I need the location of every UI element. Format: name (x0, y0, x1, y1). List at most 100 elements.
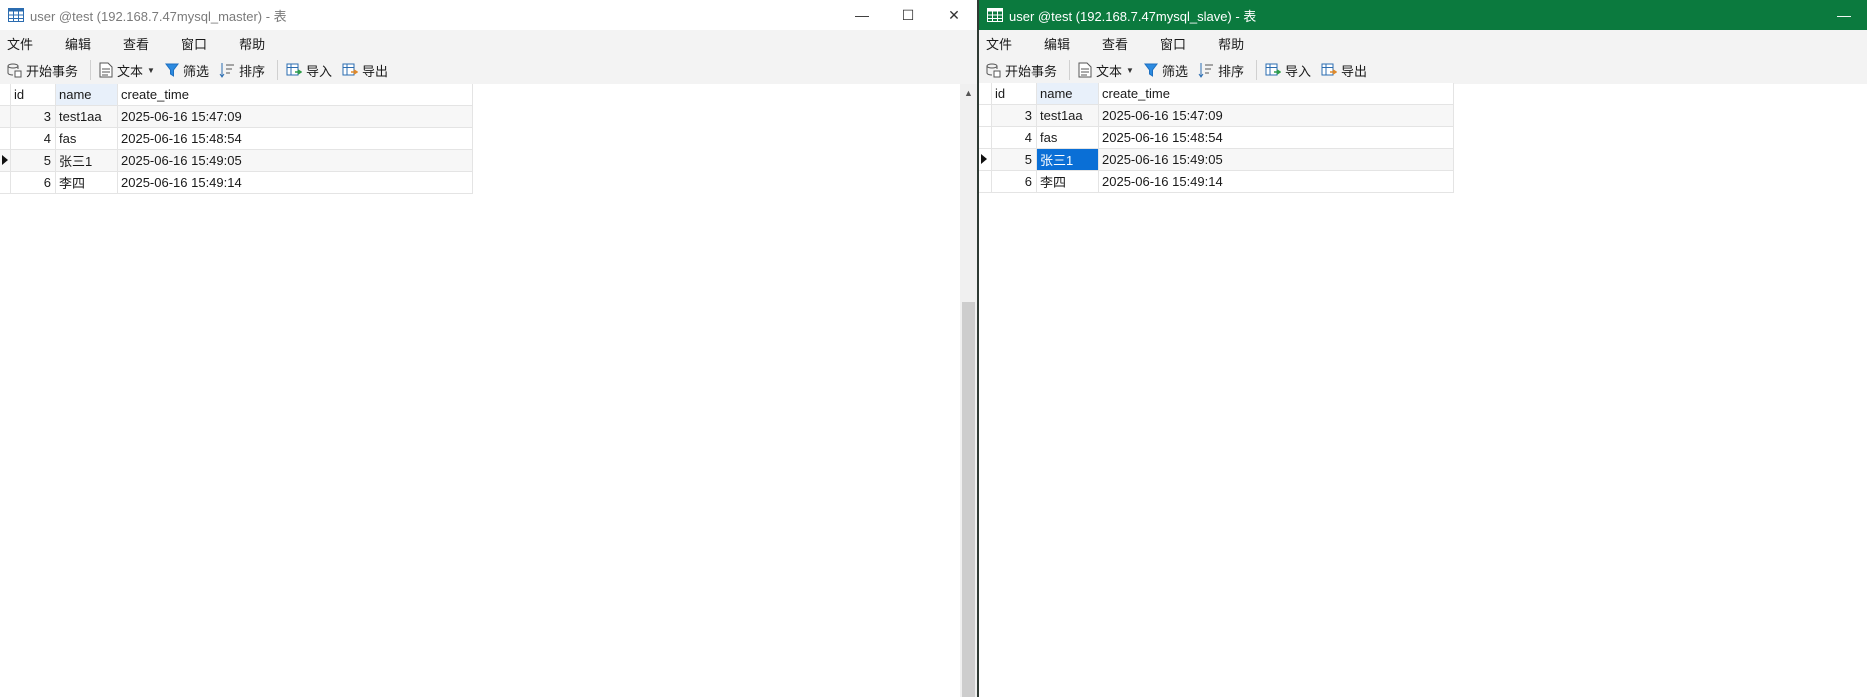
import-label: 导入 (1284, 63, 1311, 79)
sort-label: 排序 (1217, 63, 1244, 79)
menu-window[interactable]: 窗口 (1153, 34, 1193, 53)
toolbar-separator (1069, 60, 1071, 80)
menu-file[interactable]: 文件 (979, 34, 1019, 53)
table-row[interactable]: 4 fas 2025-06-16 15:48:54 (0, 127, 473, 150)
cell-id[interactable]: 3 (10, 105, 56, 128)
cell-id[interactable]: 4 (991, 126, 1037, 149)
column-header-create-time[interactable]: create_time (117, 84, 473, 106)
row-selector[interactable] (0, 127, 11, 150)
menu-view[interactable]: 查看 (116, 34, 156, 53)
close-button[interactable]: ✕ (931, 0, 977, 30)
filter-button[interactable]: 筛选 (164, 61, 209, 80)
caret-down-icon[interactable]: ▼ (147, 66, 155, 75)
cell-id[interactable]: 4 (10, 127, 56, 150)
data-grid[interactable]: id name create_time 3 test1aa 2025-06-16… (979, 83, 1454, 193)
export-button[interactable]: 导出 (342, 61, 388, 80)
transaction-icon (986, 63, 1001, 78)
table-row[interactable]: 6 李四 2025-06-16 15:49:14 (979, 170, 1454, 193)
sort-button[interactable]: 排序 (1198, 61, 1244, 80)
begin-transaction-label: 开始事务 (26, 63, 79, 79)
row-selector[interactable] (0, 149, 11, 172)
row-selector[interactable] (979, 104, 992, 127)
title-bar[interactable]: user @test (192.168.7.47mysql_master) - … (0, 0, 977, 30)
vertical-scrollbar[interactable]: ▲ (960, 84, 977, 697)
cell-create-time[interactable]: 2025-06-16 15:49:05 (1098, 148, 1454, 171)
cell-create-time[interactable]: 2025-06-16 15:47:09 (1098, 104, 1454, 127)
row-selector[interactable] (979, 170, 992, 193)
cell-id[interactable]: 5 (991, 148, 1037, 171)
import-button[interactable]: 导入 (1265, 61, 1311, 80)
table-row[interactable]: 4 fas 2025-06-16 15:48:54 (979, 126, 1454, 149)
cell-name[interactable]: fas (55, 127, 118, 150)
column-header-id[interactable]: id (10, 84, 56, 106)
row-selector[interactable] (0, 105, 11, 128)
cell-id[interactable]: 6 (10, 171, 56, 194)
table-row[interactable]: 5 张三1 2025-06-16 15:49:05 (0, 149, 473, 172)
caret-down-icon[interactable]: ▼ (1126, 66, 1134, 75)
table-row[interactable]: 3 test1aa 2025-06-16 15:47:09 (0, 105, 473, 128)
menu-edit[interactable]: 编辑 (1037, 34, 1077, 53)
text-label: 文本 (117, 63, 144, 79)
maximize-button[interactable]: ☐ (885, 0, 931, 30)
cell-create-time[interactable]: 2025-06-16 15:49:05 (117, 149, 473, 172)
row-header-corner (0, 84, 11, 106)
table-icon (8, 8, 24, 22)
cell-id[interactable]: 3 (991, 104, 1037, 127)
import-button[interactable]: 导入 (286, 61, 332, 80)
cell-id[interactable]: 5 (10, 149, 56, 172)
text-button[interactable]: 文本 ▼ (1078, 61, 1134, 80)
menu-file[interactable]: 文件 (0, 34, 40, 53)
scroll-up-arrow-icon[interactable]: ▲ (960, 84, 977, 101)
cell-create-time[interactable]: 2025-06-16 15:48:54 (117, 127, 473, 150)
data-grid[interactable]: id name create_time 3 test1aa 2025-06-16… (0, 84, 473, 194)
row-header-corner (979, 83, 992, 105)
menu-bar: 文件 编辑 查看 窗口 帮助 (0, 30, 977, 56)
toolbar-separator (1255, 60, 1257, 80)
export-button[interactable]: 导出 (1321, 61, 1367, 80)
text-button[interactable]: 文本 ▼ (99, 61, 155, 80)
menu-edit[interactable]: 编辑 (58, 34, 98, 53)
cell-name[interactable]: 张三1 (55, 149, 118, 172)
export-label: 导出 (362, 63, 389, 79)
begin-transaction-button[interactable]: 开始事务 (985, 61, 1057, 80)
menu-window[interactable]: 窗口 (174, 34, 214, 53)
sort-button[interactable]: 排序 (219, 61, 265, 80)
filter-icon (1143, 63, 1158, 77)
filter-icon (164, 63, 179, 77)
menu-view[interactable]: 查看 (1095, 34, 1135, 53)
table-row[interactable]: 3 test1aa 2025-06-16 15:47:09 (979, 104, 1454, 127)
cell-name[interactable]: 李四 (1036, 170, 1099, 193)
table-row[interactable]: 5 张三1 2025-06-16 15:49:05 (979, 148, 1454, 171)
cell-id[interactable]: 6 (991, 170, 1037, 193)
row-selector[interactable] (979, 148, 992, 171)
menu-help[interactable]: 帮助 (1211, 34, 1251, 53)
scrollbar-thumb[interactable] (962, 302, 975, 697)
row-selector[interactable] (0, 171, 11, 194)
column-header-id[interactable]: id (991, 83, 1037, 105)
export-icon (342, 63, 358, 76)
cell-name[interactable]: test1aa (55, 105, 118, 128)
column-header-name[interactable]: name (1036, 83, 1099, 105)
table-row[interactable]: 6 李四 2025-06-16 15:49:14 (0, 171, 473, 194)
minimize-button[interactable]: — (1821, 0, 1867, 30)
toolbar: 开始事务 文本 ▼ 筛选 排序 导入 导出 (0, 56, 977, 84)
menu-help[interactable]: 帮助 (232, 34, 272, 53)
minimize-button[interactable]: — (839, 0, 885, 30)
toolbar-separator (90, 60, 92, 80)
export-icon (1321, 63, 1337, 76)
begin-transaction-button[interactable]: 开始事务 (6, 61, 78, 80)
cell-name-selected[interactable]: 张三1 (1036, 148, 1099, 171)
cell-name[interactable]: fas (1036, 126, 1099, 149)
toolbar: 开始事务 文本 ▼ 筛选 排序 导入 导出 (979, 56, 1867, 84)
title-bar[interactable]: user @test (192.168.7.47mysql_slave) - 表… (979, 0, 1867, 30)
cell-create-time[interactable]: 2025-06-16 15:49:14 (117, 171, 473, 194)
cell-create-time[interactable]: 2025-06-16 15:47:09 (117, 105, 473, 128)
column-header-create-time[interactable]: create_time (1098, 83, 1454, 105)
cell-create-time[interactable]: 2025-06-16 15:49:14 (1098, 170, 1454, 193)
cell-name[interactable]: test1aa (1036, 104, 1099, 127)
cell-name[interactable]: 李四 (55, 171, 118, 194)
cell-create-time[interactable]: 2025-06-16 15:48:54 (1098, 126, 1454, 149)
filter-button[interactable]: 筛选 (1143, 61, 1188, 80)
column-header-name[interactable]: name (55, 84, 118, 106)
row-selector[interactable] (979, 126, 992, 149)
